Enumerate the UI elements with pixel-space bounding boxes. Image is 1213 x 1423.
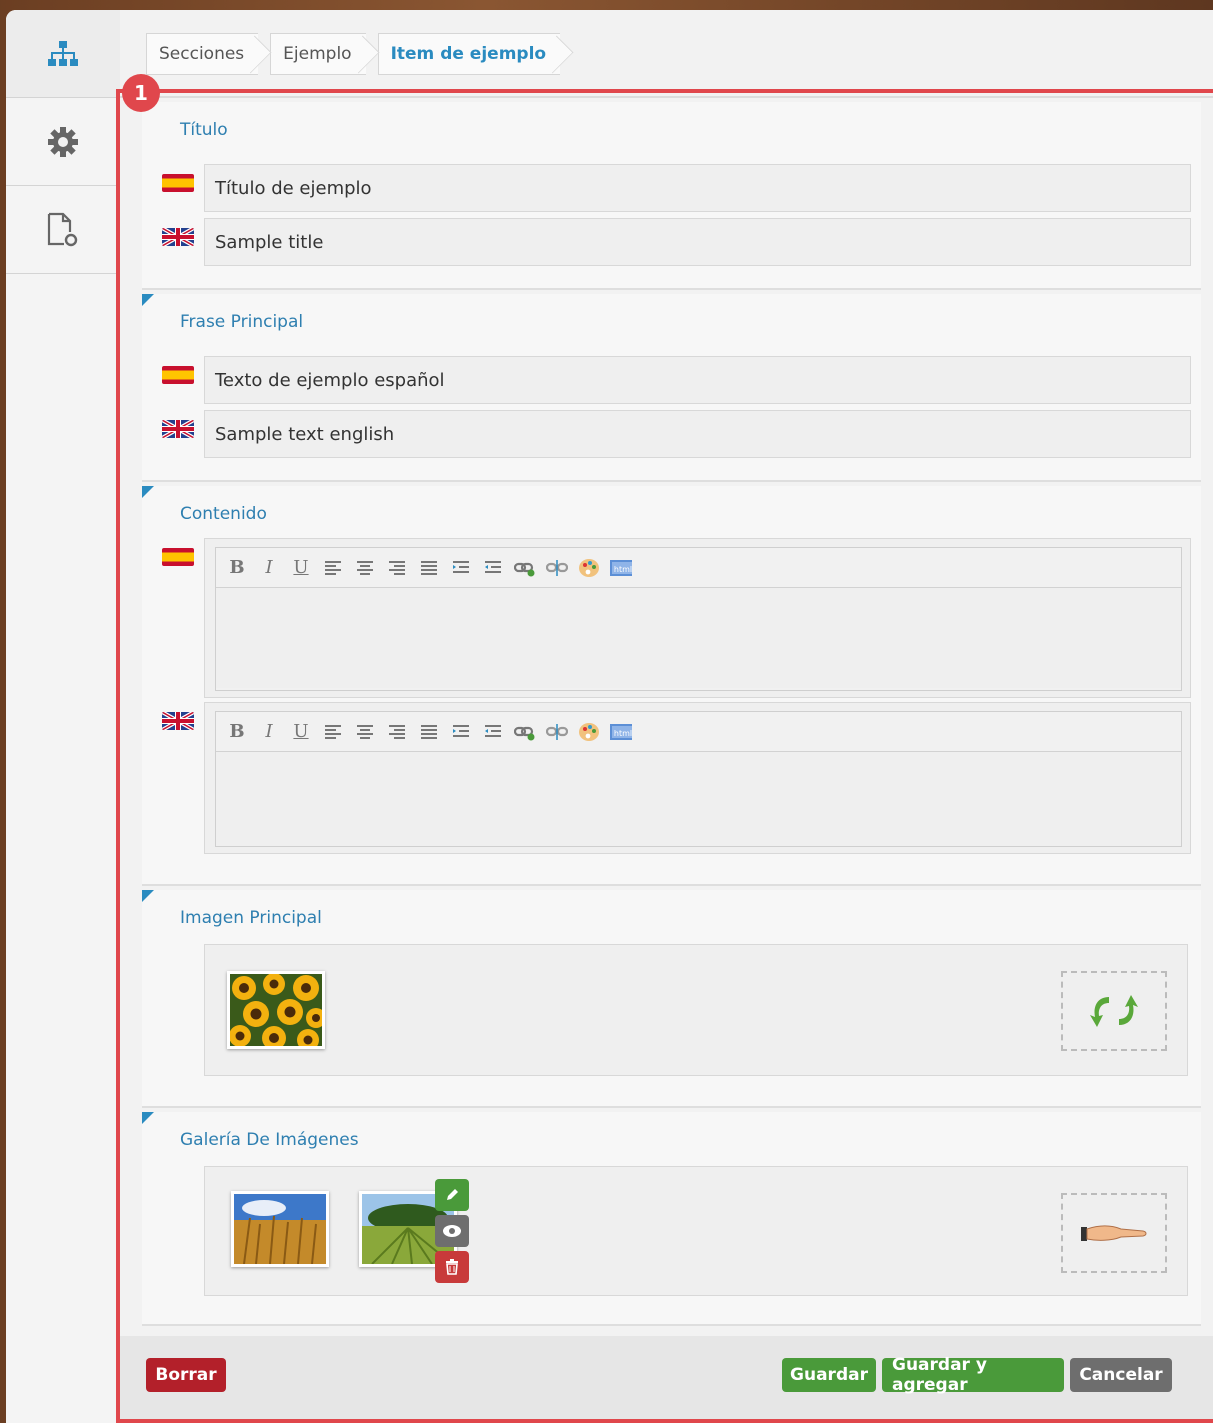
gallery-box bbox=[204, 1166, 1188, 1296]
html-source-icon[interactable]: html bbox=[610, 557, 632, 579]
svg-text:html: html bbox=[614, 565, 632, 574]
view-image-button[interactable] bbox=[435, 1215, 469, 1247]
section-title: Contenido bbox=[180, 504, 267, 524]
collapse-corner-icon[interactable] bbox=[142, 890, 154, 902]
content-es-editor[interactable]: B I U html bbox=[204, 538, 1191, 698]
title-en-input[interactable]: Sample title bbox=[204, 218, 1191, 266]
refresh-icon bbox=[1090, 995, 1138, 1027]
outdent-icon[interactable] bbox=[482, 721, 504, 743]
editor-toolbar: B I U html bbox=[216, 712, 1181, 752]
link-icon[interactable] bbox=[514, 557, 536, 579]
html-source-icon[interactable]: html bbox=[610, 721, 632, 743]
cancel-button[interactable]: Cancelar bbox=[1070, 1358, 1172, 1392]
section-galeria: Galería De Imágenes bbox=[142, 1112, 1201, 1326]
indent-icon[interactable] bbox=[450, 557, 472, 579]
delete-image-button[interactable] bbox=[435, 1251, 469, 1283]
section-contenido: Contenido B I U html B I U html bbox=[142, 486, 1201, 886]
align-right-icon[interactable] bbox=[386, 557, 408, 579]
align-left-icon[interactable] bbox=[322, 721, 344, 743]
app-window: Secciones Ejemplo Item de ejemplo Título… bbox=[6, 10, 1213, 1423]
breadcrumb-item-ejemplo[interactable]: Ejemplo bbox=[270, 33, 366, 75]
section-title: Título bbox=[180, 120, 228, 140]
spanish-flag-icon bbox=[162, 366, 194, 384]
link-icon[interactable] bbox=[514, 721, 536, 743]
section-title: Galería De Imágenes bbox=[180, 1130, 359, 1150]
spanish-flag-icon bbox=[162, 548, 194, 566]
replace-image-dropzone[interactable] bbox=[1061, 971, 1167, 1051]
collapse-corner-icon[interactable] bbox=[142, 486, 154, 498]
section-frase-principal: Frase Principal Texto de ejemplo español… bbox=[142, 294, 1201, 482]
breadcrumb: Secciones Ejemplo Item de ejemplo bbox=[146, 32, 572, 76]
editor-toolbar: B I U html bbox=[216, 548, 1181, 588]
underline-button[interactable]: U bbox=[290, 721, 312, 743]
indent-icon[interactable] bbox=[450, 721, 472, 743]
italic-button[interactable]: I bbox=[258, 721, 280, 743]
save-button[interactable]: Guardar bbox=[782, 1358, 876, 1392]
unlink-icon[interactable] bbox=[546, 721, 568, 743]
collapse-corner-icon[interactable] bbox=[142, 1112, 154, 1124]
sidebar bbox=[6, 10, 120, 1423]
section-imagen-principal: Imagen Principal bbox=[142, 890, 1201, 1108]
breadcrumb-divider bbox=[120, 96, 1213, 98]
edit-image-button[interactable] bbox=[435, 1179, 469, 1211]
english-flag-icon bbox=[162, 420, 194, 438]
editor-content-area[interactable] bbox=[216, 752, 1181, 846]
color-palette-icon[interactable] bbox=[578, 721, 600, 743]
outdent-icon[interactable] bbox=[482, 557, 504, 579]
sidebar-item-page-settings[interactable] bbox=[6, 186, 120, 274]
editor-content-area[interactable] bbox=[216, 588, 1181, 688]
justify-icon[interactable] bbox=[418, 557, 440, 579]
align-center-icon[interactable] bbox=[354, 721, 376, 743]
align-right-icon[interactable] bbox=[386, 721, 408, 743]
align-center-icon[interactable] bbox=[354, 557, 376, 579]
delete-button[interactable]: Borrar bbox=[146, 1358, 226, 1392]
breadcrumb-item-current[interactable]: Item de ejemplo bbox=[377, 33, 561, 75]
english-flag-icon bbox=[162, 228, 194, 246]
breadcrumb-item-secciones[interactable]: Secciones bbox=[146, 33, 259, 75]
section-title: Frase Principal bbox=[180, 312, 304, 332]
bold-button[interactable]: B bbox=[226, 557, 248, 579]
underline-button[interactable]: U bbox=[290, 557, 312, 579]
sunflowers-image[interactable] bbox=[227, 971, 326, 1051]
align-left-icon[interactable] bbox=[322, 557, 344, 579]
document-settings-icon bbox=[47, 212, 78, 246]
phrase-es-input[interactable]: Texto de ejemplo español bbox=[204, 356, 1191, 404]
section-title: Imagen Principal bbox=[180, 908, 322, 928]
bold-button[interactable]: B bbox=[226, 721, 248, 743]
eye-icon bbox=[443, 1225, 461, 1237]
sidebar-item-sitemap[interactable] bbox=[6, 10, 120, 98]
gear-icon bbox=[48, 126, 78, 157]
section-titulo: Título Título de ejemplo Sample title bbox=[142, 102, 1201, 290]
hand-drop-icon bbox=[1081, 1225, 1147, 1241]
main-image-box bbox=[204, 944, 1188, 1076]
sidebar-item-settings[interactable] bbox=[6, 98, 120, 186]
sitemap-icon bbox=[48, 40, 78, 66]
phrase-en-input[interactable]: Sample text english bbox=[204, 410, 1191, 458]
add-image-dropzone[interactable] bbox=[1061, 1193, 1167, 1273]
wheat-field-image[interactable] bbox=[231, 1191, 329, 1267]
justify-icon[interactable] bbox=[418, 721, 440, 743]
italic-button[interactable]: I bbox=[258, 557, 280, 579]
english-flag-icon bbox=[162, 712, 194, 730]
collapse-corner-icon[interactable] bbox=[142, 294, 154, 306]
content-en-editor[interactable]: B I U html bbox=[204, 702, 1191, 854]
title-es-input[interactable]: Título de ejemplo bbox=[204, 164, 1191, 212]
svg-text:html: html bbox=[614, 729, 632, 738]
save-and-add-button[interactable]: Guardar y agregar bbox=[882, 1355, 1064, 1395]
pencil-icon bbox=[447, 1189, 458, 1200]
trash-icon bbox=[446, 1259, 458, 1275]
unlink-icon[interactable] bbox=[546, 557, 568, 579]
color-palette-icon[interactable] bbox=[578, 557, 600, 579]
spanish-flag-icon bbox=[162, 174, 194, 192]
annotation-highlight-bottom bbox=[116, 1419, 1213, 1423]
annotation-badge: 1 bbox=[122, 74, 160, 112]
